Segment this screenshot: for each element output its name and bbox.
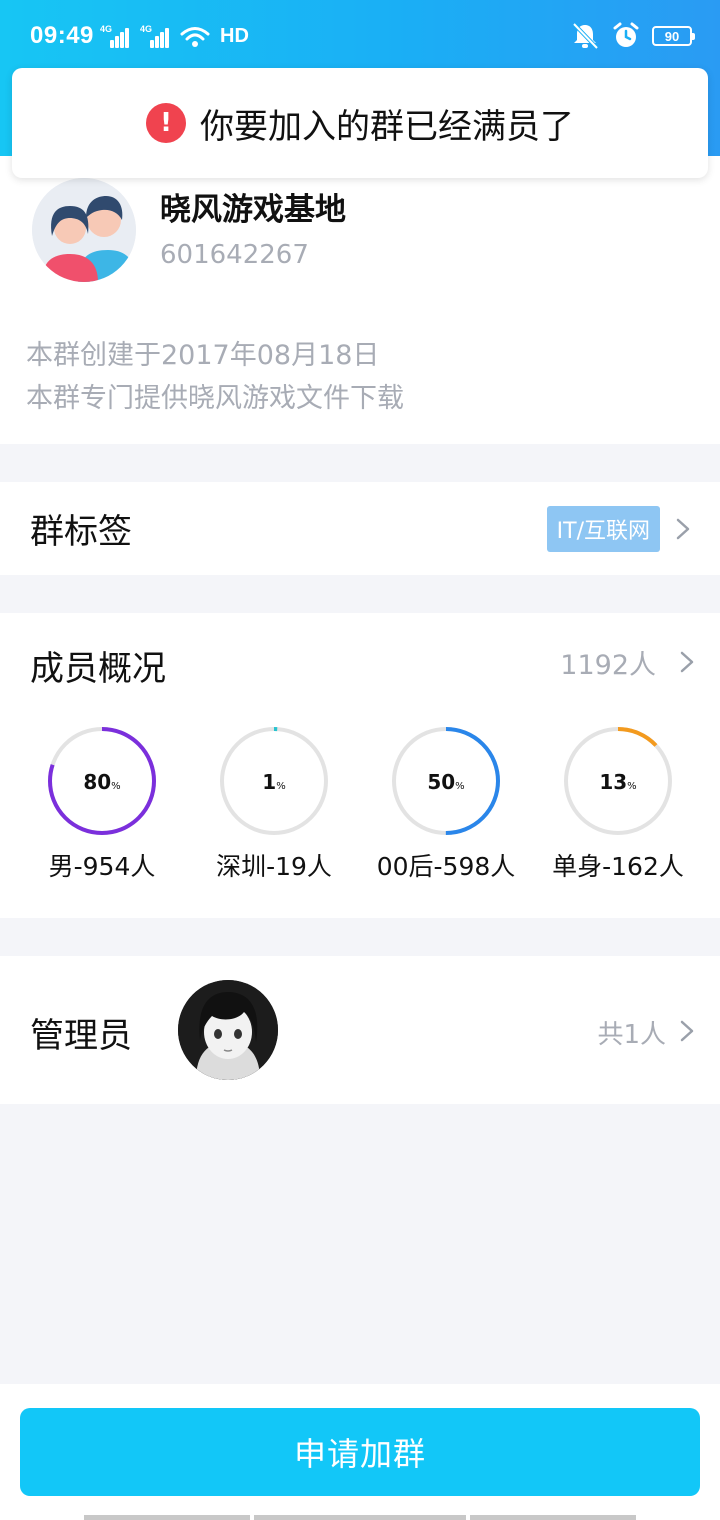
chevron-right-icon [676, 518, 690, 539]
hd-indicator: HD [220, 25, 249, 47]
chevron-right-icon [680, 651, 694, 673]
stat-label: 00后-598人 [376, 852, 516, 881]
mute-icon [572, 22, 599, 50]
group-description: 本群创建于2017年08月18日 本群专门提供晓风游戏文件下载 [26, 334, 404, 420]
admins-count: 共1人 [597, 1020, 666, 1050]
wifi-icon [180, 27, 210, 47]
tags-title: 群标签 [30, 512, 132, 552]
alert-icon: ! [146, 103, 186, 143]
stat-percent: 50% [427, 770, 465, 794]
status-right-icons: 90 [570, 22, 695, 50]
nav-hint [84, 1515, 250, 1520]
bottom-action-bar: 申请加群 [0, 1384, 720, 1520]
group-avatar-icon[interactable] [32, 178, 136, 282]
apply-join-button[interactable]: 申请加群 [20, 1408, 700, 1496]
stat-label: 男-954人 [48, 852, 156, 881]
signal-icon: 4G [100, 24, 130, 48]
status-time: 09:49 [30, 22, 94, 49]
stat-percent: 13% [599, 770, 637, 794]
admins-row[interactable]: 管理员 共1人 [0, 956, 720, 1104]
members-title: 成员概况 [30, 649, 166, 689]
nav-hint [470, 1515, 636, 1520]
status-left-icons: 4G 4G HD [100, 24, 249, 48]
member-stat: 1% 深圳-19人 [188, 725, 360, 883]
group-id: 601642267 [160, 240, 309, 270]
member-stat: 80% 男-954人 [16, 725, 188, 883]
group-info-card: 晓风游戏基地 601642267 本群创建于2017年08月18日 本群专门提供… [0, 156, 720, 444]
stat-label: 单身-162人 [552, 852, 684, 881]
stat-label: 深圳-19人 [216, 852, 332, 881]
nav-hint [254, 1515, 466, 1520]
chevron-right-icon [680, 1020, 694, 1042]
admin-avatar[interactable] [178, 980, 278, 1080]
member-stat: 50% 00后-598人 [360, 725, 532, 883]
signal-icon: 4G [140, 24, 170, 48]
group-tags-row[interactable]: 群标签 IT/互联网 [0, 482, 720, 575]
toast-message: 你要加入的群已经满员了 [200, 106, 574, 147]
members-overview-card[interactable]: 成员概况 1192人 80% 男-954人 1% 深圳-19人 50% 00后-598人 1… [0, 613, 720, 918]
admins-title: 管理员 [30, 1016, 132, 1056]
tag-badge: IT/互联网 [546, 505, 660, 552]
stat-percent: 80% [83, 770, 121, 794]
status-bar: 09:49 4G 4G HD 90 [0, 0, 720, 72]
group-intro: 本群专门提供晓风游戏文件下载 [26, 383, 404, 414]
group-created-date: 本群创建于2017年08月18日 [26, 340, 380, 371]
group-name: 晓风游戏基地 [160, 192, 346, 228]
battery-icon: 90 [652, 26, 695, 46]
member-stat: 13% 单身-162人 [532, 725, 704, 883]
alarm-icon [613, 22, 639, 47]
error-toast: ! 你要加入的群已经满员了 [12, 68, 708, 178]
members-count: 1192人 [560, 650, 656, 681]
stat-percent: 1% [262, 770, 286, 794]
